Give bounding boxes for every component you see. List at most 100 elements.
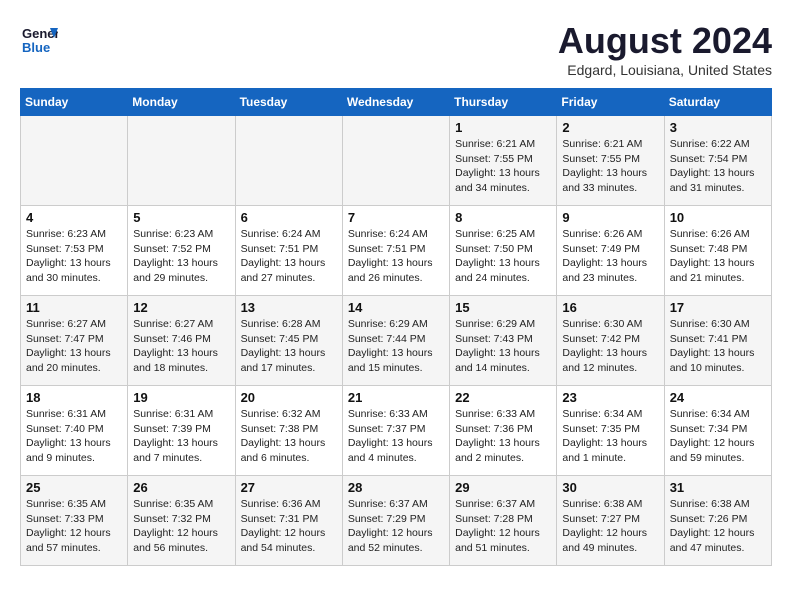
calendar-cell: 16 Sunrise: 6:30 AM Sunset: 7:42 PM Dayli… [557,296,664,386]
day-number: 22 [455,390,551,405]
day-number: 30 [562,480,658,495]
day-info: Sunrise: 6:32 AM Sunset: 7:38 PM Dayligh… [241,407,337,466]
header-saturday: Saturday [664,89,771,116]
header-sunday: Sunday [21,89,128,116]
calendar-cell: 11 Sunrise: 6:27 AM Sunset: 7:47 PM Dayli… [21,296,128,386]
day-info: Sunrise: 6:29 AM Sunset: 7:43 PM Dayligh… [455,317,551,376]
calendar-cell [128,116,235,206]
svg-text:Blue: Blue [22,40,50,55]
week-row-3: 11 Sunrise: 6:27 AM Sunset: 7:47 PM Dayli… [21,296,772,386]
day-info: Sunrise: 6:24 AM Sunset: 7:51 PM Dayligh… [241,227,337,286]
day-number: 17 [670,300,766,315]
day-number: 29 [455,480,551,495]
day-info: Sunrise: 6:34 AM Sunset: 7:35 PM Dayligh… [562,407,658,466]
day-info: Sunrise: 6:28 AM Sunset: 7:45 PM Dayligh… [241,317,337,376]
day-number: 1 [455,120,551,135]
calendar-cell [21,116,128,206]
subtitle: Edgard, Louisiana, United States [558,62,772,78]
day-number: 2 [562,120,658,135]
day-info: Sunrise: 6:29 AM Sunset: 7:44 PM Dayligh… [348,317,444,376]
day-number: 14 [348,300,444,315]
day-info: Sunrise: 6:24 AM Sunset: 7:51 PM Dayligh… [348,227,444,286]
calendar-cell: 7 Sunrise: 6:24 AM Sunset: 7:51 PM Daylig… [342,206,449,296]
week-row-2: 4Sunrise: 6:23 AM Sunset: 7:53 PM Daylig… [21,206,772,296]
day-info: Sunrise: 6:26 AM Sunset: 7:48 PM Dayligh… [670,227,766,286]
day-number: 6 [241,210,337,225]
calendar-cell: 19Sunrise: 6:31 AM Sunset: 7:39 PM Dayli… [128,386,235,476]
calendar-header: SundayMondayTuesdayWednesdayThursdayFrid… [21,89,772,116]
day-number: 20 [241,390,337,405]
week-row-1: 1 Sunrise: 6:21 AM Sunset: 7:55 PM Daylig… [21,116,772,206]
day-info: Sunrise: 6:35 AM Sunset: 7:33 PM Dayligh… [26,497,122,556]
day-number: 21 [348,390,444,405]
calendar-cell: 2 Sunrise: 6:21 AM Sunset: 7:55 PM Daylig… [557,116,664,206]
calendar-body: 1 Sunrise: 6:21 AM Sunset: 7:55 PM Daylig… [21,116,772,566]
header-monday: Monday [128,89,235,116]
day-info: Sunrise: 6:31 AM Sunset: 7:39 PM Dayligh… [133,407,229,466]
calendar-cell: 18Sunrise: 6:31 AM Sunset: 7:40 PM Dayli… [21,386,128,476]
day-number: 25 [26,480,122,495]
calendar-cell: 17 Sunrise: 6:30 AM Sunset: 7:41 PM Dayli… [664,296,771,386]
day-info: Sunrise: 6:37 AM Sunset: 7:29 PM Dayligh… [348,497,444,556]
calendar-cell: 29 Sunrise: 6:37 AM Sunset: 7:28 PM Dayli… [450,476,557,566]
day-number: 9 [562,210,658,225]
calendar-cell [235,116,342,206]
day-info: Sunrise: 6:27 AM Sunset: 7:46 PM Dayligh… [133,317,229,376]
day-info: Sunrise: 6:25 AM Sunset: 7:50 PM Dayligh… [455,227,551,286]
day-number: 10 [670,210,766,225]
header-thursday: Thursday [450,89,557,116]
calendar-cell: 21 Sunrise: 6:33 AM Sunset: 7:37 PM Dayli… [342,386,449,476]
calendar-cell: 22 Sunrise: 6:33 AM Sunset: 7:36 PM Dayli… [450,386,557,476]
day-number: 24 [670,390,766,405]
week-row-5: 25 Sunrise: 6:35 AM Sunset: 7:33 PM Dayli… [21,476,772,566]
logo: General Blue [20,20,58,58]
calendar-cell: 4Sunrise: 6:23 AM Sunset: 7:53 PM Daylig… [21,206,128,296]
header-tuesday: Tuesday [235,89,342,116]
day-info: Sunrise: 6:26 AM Sunset: 7:49 PM Dayligh… [562,227,658,286]
day-info: Sunrise: 6:35 AM Sunset: 7:32 PM Dayligh… [133,497,229,556]
day-number: 8 [455,210,551,225]
calendar-cell: 28Sunrise: 6:37 AM Sunset: 7:29 PM Dayli… [342,476,449,566]
day-info: Sunrise: 6:34 AM Sunset: 7:34 PM Dayligh… [670,407,766,466]
day-number: 12 [133,300,229,315]
day-info: Sunrise: 6:36 AM Sunset: 7:31 PM Dayligh… [241,497,337,556]
calendar-cell: 26 Sunrise: 6:35 AM Sunset: 7:32 PM Dayli… [128,476,235,566]
calendar-cell: 6 Sunrise: 6:24 AM Sunset: 7:51 PM Daylig… [235,206,342,296]
calendar-cell: 23 Sunrise: 6:34 AM Sunset: 7:35 PM Dayli… [557,386,664,476]
calendar-table: SundayMondayTuesdayWednesdayThursdayFrid… [20,88,772,566]
day-info: Sunrise: 6:37 AM Sunset: 7:28 PM Dayligh… [455,497,551,556]
calendar-cell: 30Sunrise: 6:38 AM Sunset: 7:27 PM Dayli… [557,476,664,566]
calendar-cell [342,116,449,206]
day-number: 26 [133,480,229,495]
calendar-cell: 31Sunrise: 6:38 AM Sunset: 7:26 PM Dayli… [664,476,771,566]
header: General Blue August 2024 Edgard, Louisia… [20,20,772,78]
day-info: Sunrise: 6:33 AM Sunset: 7:36 PM Dayligh… [455,407,551,466]
day-info: Sunrise: 6:21 AM Sunset: 7:55 PM Dayligh… [455,137,551,196]
day-info: Sunrise: 6:30 AM Sunset: 7:42 PM Dayligh… [562,317,658,376]
calendar-cell: 10 Sunrise: 6:26 AM Sunset: 7:48 PM Dayli… [664,206,771,296]
day-number: 5 [133,210,229,225]
day-number: 13 [241,300,337,315]
day-number: 15 [455,300,551,315]
calendar-cell: 9 Sunrise: 6:26 AM Sunset: 7:49 PM Daylig… [557,206,664,296]
header-wednesday: Wednesday [342,89,449,116]
day-number: 18 [26,390,122,405]
day-number: 11 [26,300,122,315]
title-section: August 2024 Edgard, Louisiana, United St… [558,20,772,78]
day-info: Sunrise: 6:27 AM Sunset: 7:47 PM Dayligh… [26,317,122,376]
day-info: Sunrise: 6:22 AM Sunset: 7:54 PM Dayligh… [670,137,766,196]
calendar-cell: 5Sunrise: 6:23 AM Sunset: 7:52 PM Daylig… [128,206,235,296]
day-info: Sunrise: 6:33 AM Sunset: 7:37 PM Dayligh… [348,407,444,466]
day-number: 16 [562,300,658,315]
calendar-cell: 20 Sunrise: 6:32 AM Sunset: 7:38 PM Dayli… [235,386,342,476]
day-number: 23 [562,390,658,405]
header-friday: Friday [557,89,664,116]
day-number: 3 [670,120,766,135]
day-number: 7 [348,210,444,225]
calendar-cell: 25 Sunrise: 6:35 AM Sunset: 7:33 PM Dayli… [21,476,128,566]
calendar-cell: 1 Sunrise: 6:21 AM Sunset: 7:55 PM Daylig… [450,116,557,206]
day-info: Sunrise: 6:21 AM Sunset: 7:55 PM Dayligh… [562,137,658,196]
calendar-cell: 3 Sunrise: 6:22 AM Sunset: 7:54 PM Daylig… [664,116,771,206]
calendar-cell: 14 Sunrise: 6:29 AM Sunset: 7:44 PM Dayli… [342,296,449,386]
day-info: Sunrise: 6:30 AM Sunset: 7:41 PM Dayligh… [670,317,766,376]
